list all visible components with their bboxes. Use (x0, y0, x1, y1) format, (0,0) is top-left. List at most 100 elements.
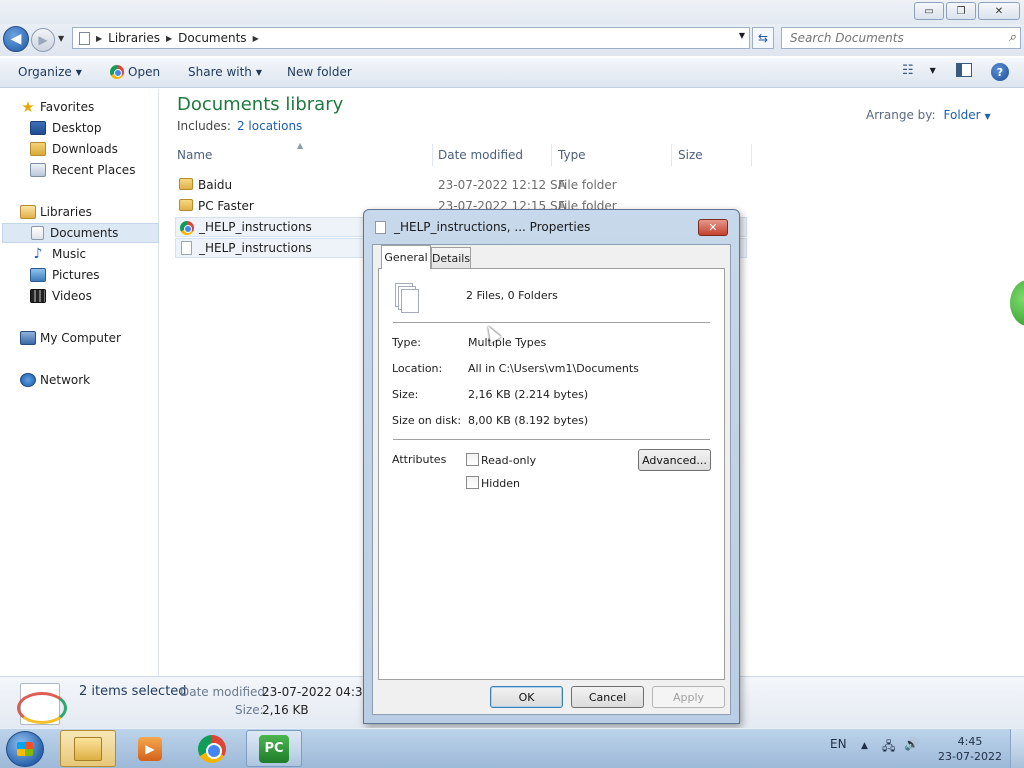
taskbar-pc-faster[interactable]: PC (246, 730, 302, 767)
sidebar-item-recent-places[interactable]: Recent Places (30, 160, 135, 180)
system-clock[interactable]: 4:45 23-07-2022 (938, 734, 1002, 764)
divider (393, 439, 710, 440)
taskbar-media-player[interactable]: ▶ (122, 730, 178, 767)
minimize-button[interactable]: ▭ (914, 2, 944, 20)
start-button[interactable] (6, 731, 44, 767)
divider (393, 322, 710, 323)
selection-count: 2 items selected (79, 684, 187, 699)
breadcrumb-libraries[interactable]: Libraries (108, 31, 160, 45)
command-bar: Organize ▼ Open Share with ▼ New folder ☷ … (0, 58, 1024, 88)
read-only-label[interactable]: Read-only (481, 454, 536, 467)
column-header-type[interactable]: Type (558, 148, 586, 162)
address-dropdown-icon[interactable]: ▼ (739, 31, 745, 40)
show-desktop-button[interactable] (1010, 729, 1024, 768)
dialog-close-button[interactable]: ✕ (698, 219, 728, 236)
address-bar[interactable]: ▶ Libraries ▶ Documents ▶ ▼ (72, 27, 750, 49)
clock-time: 4:45 (957, 735, 983, 748)
column-header-size[interactable]: Size (678, 148, 703, 162)
share-with-label: Share with (188, 65, 252, 79)
sidebar-item-downloads[interactable]: Downloads (30, 139, 118, 159)
file-name: PC Faster (198, 199, 254, 213)
sidebar-item-network[interactable]: Network (20, 370, 90, 390)
sidebar-item-documents[interactable]: Documents (2, 223, 159, 243)
search-box[interactable]: ⌕ (781, 27, 1021, 49)
tab-general[interactable]: General (381, 245, 431, 269)
downloads-icon (30, 142, 46, 156)
crumb-separator-icon[interactable]: ▶ (253, 34, 259, 43)
pc-faster-icon: PC (259, 734, 289, 763)
file-name: _HELP_instructions (199, 241, 312, 255)
open-label: Open (128, 65, 161, 79)
crumb-separator-icon[interactable]: ▶ (96, 34, 102, 43)
help-button[interactable]: ? (991, 63, 1009, 81)
refresh-button[interactable]: ⇆ (752, 27, 774, 49)
hidden-label[interactable]: Hidden (481, 477, 520, 490)
new-folder-button[interactable]: New folder (287, 65, 352, 79)
open-button[interactable]: Open (110, 65, 160, 79)
taskbar-explorer[interactable] (60, 730, 116, 767)
star-icon: ★ (21, 98, 35, 116)
documents-icon (31, 226, 44, 240)
column-divider[interactable] (751, 144, 752, 166)
chrome-icon (198, 734, 226, 763)
date-modified-label: Date modified: (180, 685, 270, 699)
file-name: _HELP_instructions (199, 220, 312, 234)
crumb-separator-icon[interactable]: ▶ (166, 34, 172, 43)
language-indicator[interactable]: EN (830, 737, 847, 751)
search-input[interactable] (790, 31, 1000, 45)
column-divider[interactable] (432, 144, 433, 166)
column-divider[interactable] (671, 144, 672, 166)
size-label: Size: (235, 703, 264, 717)
organize-label: Organize (18, 65, 72, 79)
cancel-button[interactable]: Cancel (571, 686, 644, 708)
sidebar-label: Desktop (52, 121, 102, 135)
network-tray-icon[interactable]: 🖧 (882, 737, 895, 758)
volume-icon[interactable]: 🔊 (904, 737, 919, 751)
breadcrumb-documents[interactable]: Documents (178, 31, 246, 45)
selection-thumbnail-icon (17, 683, 67, 725)
locations-link[interactable]: 2 locations (237, 119, 302, 133)
sidebar-item-favorites[interactable]: ★ Favorites (20, 97, 94, 117)
videos-icon (30, 289, 46, 303)
tab-details[interactable]: Details (431, 247, 471, 268)
taskbar-chrome[interactable] (184, 730, 240, 767)
sidebar-item-music[interactable]: ♪ Music (30, 244, 87, 264)
column-header-date[interactable]: Date modified (438, 148, 523, 162)
address-folder-icon (79, 31, 90, 45)
libraries-icon (20, 205, 36, 219)
organize-button[interactable]: Organize ▼ (18, 65, 82, 79)
sidebar-item-desktop[interactable]: Desktop (30, 118, 102, 138)
back-button[interactable]: ◀ (3, 26, 29, 52)
sidebar-item-my-computer[interactable]: My Computer (20, 328, 121, 348)
view-options-button[interactable]: ☷ ▼ (902, 63, 936, 78)
forward-button[interactable]: ▶ (31, 28, 55, 52)
sidebar-item-pictures[interactable]: Pictures (30, 265, 100, 285)
chevron-down-icon: ▼ (75, 67, 82, 77)
hidden-checkbox[interactable] (466, 476, 479, 489)
chrome-icon (110, 65, 124, 79)
recent-pages-dropdown-icon[interactable]: ▼ (58, 34, 64, 43)
read-only-checkbox[interactable] (466, 453, 479, 466)
close-button[interactable]: ✕ (978, 2, 1020, 20)
show-hidden-icons-icon[interactable]: ▲ (861, 741, 868, 751)
arrange-dropdown[interactable]: Folder ▼ (944, 108, 991, 122)
taskbar: ▶ PC EN ▲ 🖧 🔊 4:45 23-07-2022 (0, 728, 1024, 768)
search-icon[interactable]: ⌕ (1009, 30, 1016, 45)
properties-dialog: _HELP_instructions, ... Properties ✕ Gen… (363, 209, 740, 724)
new-folder-label: New folder (287, 65, 352, 79)
file-row[interactable]: Baidu 23-07-2022 12:12 SA File folder (175, 175, 747, 195)
help-icon: ? (991, 63, 1009, 81)
ok-button[interactable]: OK (490, 686, 563, 708)
size-value: 2,16 KB (262, 703, 309, 717)
column-header-name[interactable]: Name (177, 148, 212, 162)
column-divider[interactable] (551, 144, 552, 166)
preview-pane-button[interactable] (956, 63, 972, 77)
maximize-button[interactable]: ❐ (946, 2, 976, 20)
sidebar-item-libraries[interactable]: Libraries (20, 202, 92, 222)
arrange-by: Arrange by: Folder ▼ (866, 108, 991, 122)
computer-icon (20, 331, 36, 345)
advanced-button[interactable]: Advanced... (638, 449, 711, 471)
share-with-button[interactable]: Share with ▼ (188, 65, 262, 79)
sidebar-item-videos[interactable]: Videos (30, 286, 92, 306)
apply-button[interactable]: Apply (652, 686, 725, 708)
